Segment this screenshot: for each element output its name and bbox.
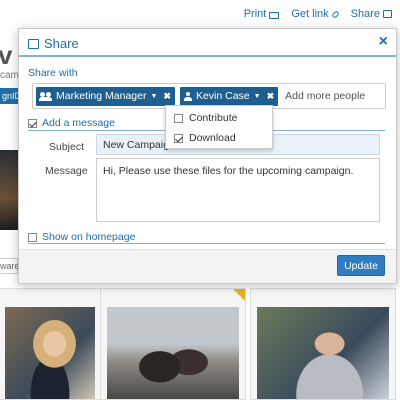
recipient-label: Kevin Case — [195, 90, 250, 102]
option-label: Contribute — [189, 112, 238, 124]
get-link-label: Get link — [291, 8, 329, 20]
checkbox[interactable] — [174, 133, 183, 143]
checkbox[interactable] — [28, 118, 37, 128]
checkbox[interactable] — [174, 113, 183, 123]
message-textarea[interactable]: Hi, Please use these files for the upcom… — [96, 158, 380, 222]
permission-option-download[interactable]: Download — [174, 132, 236, 144]
corner-flag-icon — [233, 289, 245, 301]
update-button[interactable]: Update — [337, 255, 385, 276]
message-label: Message — [45, 165, 88, 177]
add-message-label: Add a message — [42, 117, 115, 129]
asset-photo — [5, 307, 95, 399]
modal-title-text: Share — [44, 36, 79, 51]
share-with-label: Share with — [28, 67, 78, 79]
permissions-dropdown: Contribute Download — [165, 105, 273, 149]
caret-down-icon[interactable]: ▼ — [150, 93, 157, 100]
recipient-tag-marketing-manager[interactable]: Marketing Manager ▼ ✖ — [36, 86, 175, 106]
background-select[interactable]: ware — [0, 258, 20, 274]
remove-recipient-icon[interactable]: ✖ — [267, 91, 275, 102]
get-link-link[interactable]: Get link — [291, 8, 340, 20]
asset-grid — [0, 288, 400, 400]
add-people-input[interactable]: Add more people — [285, 90, 365, 102]
asset-photo — [257, 307, 389, 399]
remove-recipient-icon[interactable]: ✖ — [163, 91, 171, 102]
side-photo — [0, 150, 18, 230]
divider — [28, 243, 385, 244]
asset-card[interactable] — [250, 288, 396, 400]
share-modal: Share × Share with Marketing Manager ▼ ✖… — [18, 28, 397, 284]
printer-icon — [269, 11, 280, 19]
asset-card[interactable] — [100, 288, 246, 400]
add-message-toggle[interactable]: Add a message — [28, 117, 115, 129]
link-icon — [330, 9, 340, 19]
close-button[interactable]: × — [379, 34, 388, 50]
page-subtitle-fragment: cam — [0, 70, 19, 81]
modal-header: Share × — [19, 29, 396, 57]
print-label: Print — [243, 8, 267, 20]
share-label: Share — [350, 8, 380, 20]
campaign-id-chip: gnID — [0, 88, 18, 104]
share-link[interactable]: Share — [351, 8, 392, 20]
show-on-homepage-label: Show on homepage — [42, 231, 136, 243]
top-actions: Print Get link Share — [244, 8, 392, 20]
show-on-homepage-toggle[interactable]: Show on homepage — [28, 231, 135, 243]
subject-label: Subject — [49, 141, 85, 153]
caret-down-icon[interactable]: ▼ — [254, 93, 261, 100]
share-icon — [28, 38, 39, 49]
modal-footer: Update — [19, 249, 396, 283]
users-icon — [39, 91, 52, 101]
recipient-label: Marketing Manager — [56, 90, 147, 102]
asset-card[interactable] — [0, 288, 102, 400]
user-icon — [183, 91, 192, 101]
share-icon — [383, 10, 392, 18]
modal-title: Share — [28, 36, 79, 51]
print-link[interactable]: Print — [244, 8, 280, 20]
recipient-tag-kevin-case[interactable]: Kevin Case ▼ ✖ — [179, 86, 279, 106]
permission-option-contribute[interactable]: Contribute — [174, 112, 237, 124]
checkbox[interactable] — [28, 232, 37, 242]
option-label: Download — [189, 132, 236, 144]
asset-photo — [107, 307, 239, 399]
